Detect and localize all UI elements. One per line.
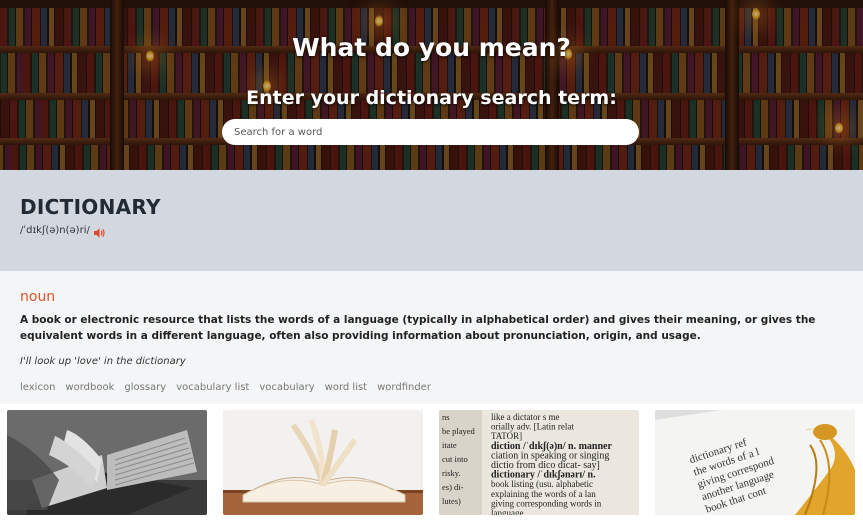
page-margin-text: ns (442, 412, 450, 422)
synonym-link[interactable]: vocabulary list (176, 382, 249, 393)
page-text-line: TATOR] (491, 431, 522, 441)
page-text-line: giving corresponding words in (491, 498, 602, 508)
synonym-list: lexicon wordbook glossary vocabulary lis… (20, 382, 431, 393)
synonym-link[interactable]: word list (325, 382, 367, 393)
phonetic-text: /ˈdɪkʃ(ə)n(ə)ri/ (20, 224, 90, 236)
dictionary-page-image[interactable]: ns be played itate cut into risky. es) di-lut… (439, 410, 639, 515)
pronunciation: /ˈdɪkʃ(ə)n(ə)ri/ (20, 224, 106, 238)
usage-example: I'll look up 'love' in the dictionary (20, 356, 186, 367)
open-book-image[interactable] (223, 410, 423, 515)
dictionary-image[interactable] (7, 410, 207, 515)
synonym-link[interactable]: vocabulary (259, 382, 314, 393)
page-margin-text: lutes) (442, 496, 461, 506)
search-input[interactable] (222, 119, 639, 145)
synonym-link[interactable]: lexicon (20, 382, 55, 393)
word-title: DICTIONARY (20, 195, 161, 219)
page-text-line: like a dictator s me (491, 412, 559, 422)
hero-title: What do you mean? (292, 33, 571, 62)
page-margin-text: be played (442, 426, 476, 436)
part-of-speech: noun (20, 289, 56, 305)
page-text-line: language. (491, 508, 526, 515)
page-margin-text: itate (442, 440, 457, 450)
image-gallery: ns be played itate cut into risky. es) di-lut… (0, 404, 863, 522)
definition: A book or electronic resource that lists… (20, 314, 816, 342)
page-margin-text: cut into (442, 454, 468, 464)
hero-banner: What do you mean? Enter your dictionary … (0, 0, 863, 170)
speaker-icon[interactable] (93, 224, 106, 238)
hero-subtitle: Enter your dictionary search term: (246, 87, 617, 109)
dictionary-tassel-image[interactable]: dictionary ref the words of a l giving cor… (655, 410, 855, 515)
page-text-line: explaining the words of a lan (491, 489, 596, 499)
page-margin-text: es) di- (442, 482, 464, 492)
synonym-link[interactable]: glossary (124, 382, 166, 393)
word-header: DICTIONARY /ˈdɪkʃ(ə)n(ə)ri/ (0, 170, 863, 271)
synonym-link[interactable]: wordbook (65, 382, 114, 393)
page-text-line: book listing (usu. alphabetic (491, 479, 593, 489)
page-margin-text: risky. (442, 468, 461, 478)
synonym-link[interactable]: wordfinder (377, 382, 431, 393)
page-text-line: orially adv. [Latin relat (491, 422, 574, 432)
meaning-section: noun A book or electronic resource that … (0, 271, 863, 404)
